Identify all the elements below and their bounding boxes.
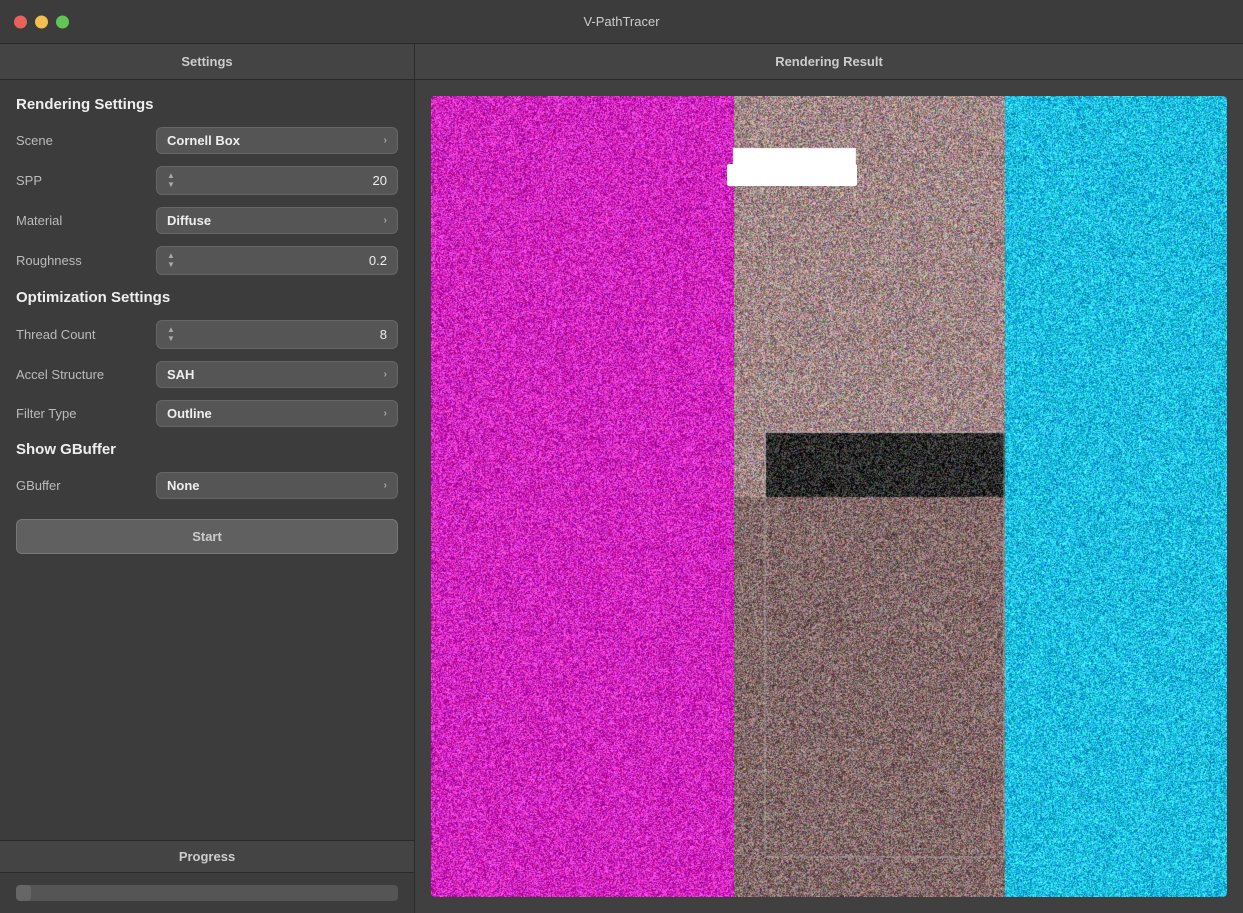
left-panel: Settings Rendering Settings Scene Cornel… [0, 44, 415, 913]
scene-row: Scene Cornell Box › [16, 127, 398, 154]
spp-value: 20 [179, 173, 387, 188]
window-controls [14, 15, 69, 28]
thread-count-value: 8 [179, 327, 387, 342]
render-area [415, 80, 1243, 913]
accel-structure-control: SAH › [156, 361, 398, 388]
scene-control: Cornell Box › [156, 127, 398, 154]
thread-up-icon: ▲ [167, 326, 175, 334]
material-dropdown[interactable]: Diffuse › [156, 207, 398, 234]
filter-type-label: Filter Type [16, 406, 156, 421]
rendering-settings-section: Rendering Settings Scene Cornell Box › S… [16, 96, 398, 275]
accel-structure-label: Accel Structure [16, 367, 156, 382]
thread-count-arrows: ▲ ▼ [167, 326, 175, 343]
progress-bar-fill [16, 885, 31, 901]
window-title: V-PathTracer [583, 14, 659, 29]
material-control: Diffuse › [156, 207, 398, 234]
roughness-arrows: ▲ ▼ [167, 252, 175, 269]
spp-up-icon: ▲ [167, 172, 175, 180]
scene-dropdown[interactable]: Cornell Box › [156, 127, 398, 154]
spp-spinner[interactable]: ▲ ▼ 20 [156, 166, 398, 195]
gbuffer-title: Show GBuffer [16, 441, 398, 458]
progress-section: Progress [0, 840, 414, 913]
gbuffer-section: Show GBuffer GBuffer None › Start [16, 441, 398, 554]
gbuffer-dropdown[interactable]: None › [156, 472, 398, 499]
accel-structure-dropdown[interactable]: SAH › [156, 361, 398, 388]
spp-control: ▲ ▼ 20 [156, 166, 398, 195]
spp-arrows: ▲ ▼ [167, 172, 175, 189]
material-value: Diffuse [167, 213, 211, 228]
panel-content: Rendering Settings Scene Cornell Box › S… [0, 80, 414, 840]
accel-chevron-icon: › [384, 369, 387, 380]
settings-header: Settings [0, 44, 414, 80]
roughness-up-icon: ▲ [167, 252, 175, 260]
gbuffer-row: GBuffer None › [16, 472, 398, 499]
maximize-button[interactable] [56, 15, 69, 28]
filter-chevron-icon: › [384, 408, 387, 419]
gbuffer-value: None [167, 478, 200, 493]
optimization-settings-section: Optimization Settings Thread Count ▲ ▼ 8 [16, 289, 398, 427]
roughness-row: Roughness ▲ ▼ 0.2 [16, 246, 398, 275]
thread-down-icon: ▼ [167, 335, 175, 343]
spp-row: SPP ▲ ▼ 20 [16, 166, 398, 195]
roughness-spinner[interactable]: ▲ ▼ 0.2 [156, 246, 398, 275]
progress-bar-container [16, 885, 398, 901]
gbuffer-label: GBuffer [16, 478, 156, 493]
right-panel: Rendering Result [415, 44, 1243, 913]
accel-structure-row: Accel Structure SAH › [16, 361, 398, 388]
filter-type-value: Outline [167, 406, 212, 421]
thread-count-label: Thread Count [16, 327, 156, 342]
roughness-control: ▲ ▼ 0.2 [156, 246, 398, 275]
spp-label: SPP [16, 173, 156, 188]
rendering-settings-title: Rendering Settings [16, 96, 398, 113]
highlight-rect [727, 164, 857, 186]
optimization-settings-title: Optimization Settings [16, 289, 398, 306]
roughness-down-icon: ▼ [167, 261, 175, 269]
material-row: Material Diffuse › [16, 207, 398, 234]
progress-header: Progress [0, 841, 414, 873]
material-label: Material [16, 213, 156, 228]
close-button[interactable] [14, 15, 27, 28]
scene-value: Cornell Box [167, 133, 240, 148]
thread-count-row: Thread Count ▲ ▼ 8 [16, 320, 398, 349]
thread-count-control: ▲ ▼ 8 [156, 320, 398, 349]
gbuffer-chevron-icon: › [384, 480, 387, 491]
noise-canvas [431, 96, 1227, 897]
gbuffer-control: None › [156, 472, 398, 499]
filter-type-dropdown[interactable]: Outline › [156, 400, 398, 427]
accel-structure-value: SAH [167, 367, 194, 382]
filter-type-control: Outline › [156, 400, 398, 427]
minimize-button[interactable] [35, 15, 48, 28]
scene-chevron-icon: › [384, 135, 387, 146]
start-button[interactable]: Start [16, 519, 398, 554]
roughness-value: 0.2 [179, 253, 387, 268]
material-chevron-icon: › [384, 215, 387, 226]
titlebar: V-PathTracer [0, 0, 1243, 44]
scene-label: Scene [16, 133, 156, 148]
spp-down-icon: ▼ [167, 181, 175, 189]
app-body: Settings Rendering Settings Scene Cornel… [0, 44, 1243, 913]
roughness-label: Roughness [16, 253, 156, 268]
thread-count-spinner[interactable]: ▲ ▼ 8 [156, 320, 398, 349]
filter-type-row: Filter Type Outline › [16, 400, 398, 427]
rendering-result-header: Rendering Result [415, 44, 1243, 80]
render-canvas [431, 96, 1227, 897]
